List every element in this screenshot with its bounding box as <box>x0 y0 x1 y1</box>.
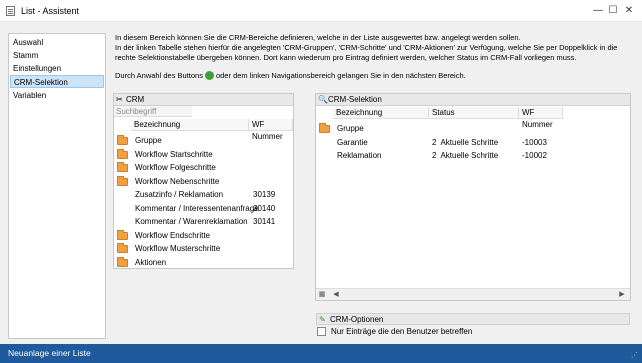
tools-icon: ✂ <box>116 95 123 104</box>
own-entries-label[interactable]: Nur Einträge die den Benutzer betreffen <box>331 326 472 337</box>
crm-row-label: Workflow Musterschritte <box>135 244 221 253</box>
description-line-1: In diesem Bereich können Sie die CRM-Ber… <box>115 33 521 42</box>
description-line-4-end: oder dem linken Navigationsbereich gelan… <box>215 71 466 80</box>
crm-options-title: CRM-Optionen <box>330 315 384 324</box>
selection-row-label: Garantie <box>337 137 368 147</box>
description-line-2: In der linken Tabelle stehen hierfür die… <box>115 43 618 52</box>
selection-row[interactable]: Garantie 2 Aktuelle Schritte -10003 <box>316 136 630 149</box>
horizontal-scrollbar[interactable]: ▦ ◀ ▶ <box>316 288 630 300</box>
crm-row[interactable]: Workflow Startschritte <box>114 148 293 161</box>
selection-row[interactable]: Reklamation 2 Aktuelle Schritte -10002 <box>316 149 630 162</box>
folder-icon <box>117 135 128 145</box>
crm-panel-title: CRM <box>126 95 145 104</box>
window-title: List - Assistent <box>21 6 80 16</box>
crm-row-number: 30141 <box>253 217 276 226</box>
nav-item-einstellungen[interactable]: Einstellungen <box>10 62 104 75</box>
crm-row[interactable]: Workflow Folgeschritte <box>114 161 293 174</box>
col-bezeichnung[interactable]: Bezeichnung <box>131 119 249 131</box>
col-wf-nummer[interactable]: WF Nummer <box>249 119 293 141</box>
selection-row-number: -10002 <box>522 151 547 160</box>
folder-icon <box>117 162 128 172</box>
crm-row[interactable]: Workflow Nebenschritte <box>114 175 293 188</box>
magnifier-icon: 🔍 <box>318 95 328 104</box>
crm-row[interactable]: Workflow Endschritte <box>114 229 293 242</box>
crm-selection-title: CRM-Selektion <box>328 95 382 104</box>
folder-icon <box>117 256 128 267</box>
crm-row-label: Workflow Nebenschritte <box>135 176 220 186</box>
navigation-list: Auswahl Stamm Einstellungen CRM-Selektio… <box>8 33 106 339</box>
folder-icon <box>117 243 128 253</box>
description-line-4: Durch Anwahl des Buttons oder dem linken … <box>115 71 466 81</box>
maximize-button[interactable]: ☐ <box>606 4 620 18</box>
selection-row-label: Reklamation <box>337 151 382 160</box>
crm-row[interactable]: Kommentar / Warenreklamation 30141 <box>114 215 293 228</box>
crm-row-number: 30139 <box>253 190 276 199</box>
crm-row-label: Workflow Folgeschritte <box>135 163 216 172</box>
list-assistant-window: List - Assistent — ☐ ✕ Auswahl Stamm Ein… <box>0 0 642 363</box>
crm-row[interactable]: Kommentar / Interessentenanfrage 30140 <box>114 202 293 215</box>
nav-item-variablen[interactable]: Variablen <box>10 89 104 102</box>
crm-selection-header: 🔍 CRM-Selektion <box>316 94 630 106</box>
nav-item-stamm[interactable]: Stamm <box>10 49 104 62</box>
scroll-right-icon[interactable]: ▶ <box>616 289 628 301</box>
crm-row-label: Kommentar / Warenreklamation <box>135 217 248 226</box>
crm-row-number: 30140 <box>253 203 276 213</box>
selection-row-label: Gruppe <box>337 124 364 133</box>
crm-row[interactable]: Workflow Musterschritte <box>114 242 293 255</box>
crm-row-label: Gruppe <box>135 136 162 145</box>
crm-row[interactable]: Zusatzinfo / Reklamation 30139 <box>114 188 293 201</box>
description-line-3: rechte Selektionstabelle übergeben könne… <box>115 53 577 62</box>
pencil-icon: ✎ <box>319 315 326 324</box>
crm-row[interactable]: Aktionen <box>114 256 293 269</box>
crm-options-header: ✎ CRM-Optionen <box>316 313 630 325</box>
folder-icon <box>117 148 128 159</box>
crm-panel-header: ✂ CRM <box>114 94 293 106</box>
crm-row-label: Workflow Startschritte <box>135 149 213 159</box>
selection-row-status: 2 Aktuelle Schritte <box>432 151 499 160</box>
own-entries-checkbox[interactable] <box>317 327 326 336</box>
resize-grip-icon[interactable]: ⋰ <box>631 352 639 360</box>
folder-icon <box>319 123 330 133</box>
crm-row-label: Zusatzinfo / Reklamation <box>135 190 224 199</box>
crm-panel: ✂ CRM Suchbegriff Bezeichnung WF Nummer … <box>113 93 294 269</box>
folder-icon <box>117 229 128 240</box>
nav-item-auswahl[interactable]: Auswahl <box>10 36 104 49</box>
scroll-left-icon[interactable]: ◀ <box>330 289 342 301</box>
sel-col-status[interactable]: Status <box>429 107 519 119</box>
sel-col-bezeichnung[interactable]: Bezeichnung <box>333 107 429 119</box>
close-button[interactable]: ✕ <box>622 4 636 18</box>
selection-row[interactable]: Gruppe <box>316 122 630 135</box>
description-line-4-start: Durch Anwahl des Buttons <box>115 71 203 80</box>
crm-row-label: Aktionen <box>135 257 167 267</box>
selection-row-number: -10003 <box>522 137 547 147</box>
crm-row-label: Kommentar / Interessentenanfrage <box>135 203 259 213</box>
search-input[interactable] <box>192 106 292 117</box>
crm-row[interactable]: Gruppe <box>114 134 293 147</box>
status-bar: Neuanlage einer Liste ⋰ <box>0 344 642 363</box>
nav-item-crm-selektion[interactable]: CRM-Selektion <box>10 75 104 88</box>
list-app-icon <box>6 6 15 16</box>
title-bar: List - Assistent — ☐ ✕ <box>0 0 642 22</box>
table-settings-icon[interactable]: ▦ <box>316 289 328 301</box>
minimize-button[interactable]: — <box>591 4 605 18</box>
status-text: Neuanlage einer Liste <box>8 348 91 358</box>
folder-icon <box>117 175 128 186</box>
selection-row-status: 2 Aktuelle Schritte <box>432 137 499 147</box>
next-arrow-icon <box>204 71 214 80</box>
crm-selection-panel: 🔍 CRM-Selektion Bezeichnung Status WF Nu… <box>315 93 631 301</box>
sel-col-wf-nummer[interactable]: WF Nummer <box>519 107 563 129</box>
crm-row-label: Workflow Endschritte <box>135 230 210 240</box>
